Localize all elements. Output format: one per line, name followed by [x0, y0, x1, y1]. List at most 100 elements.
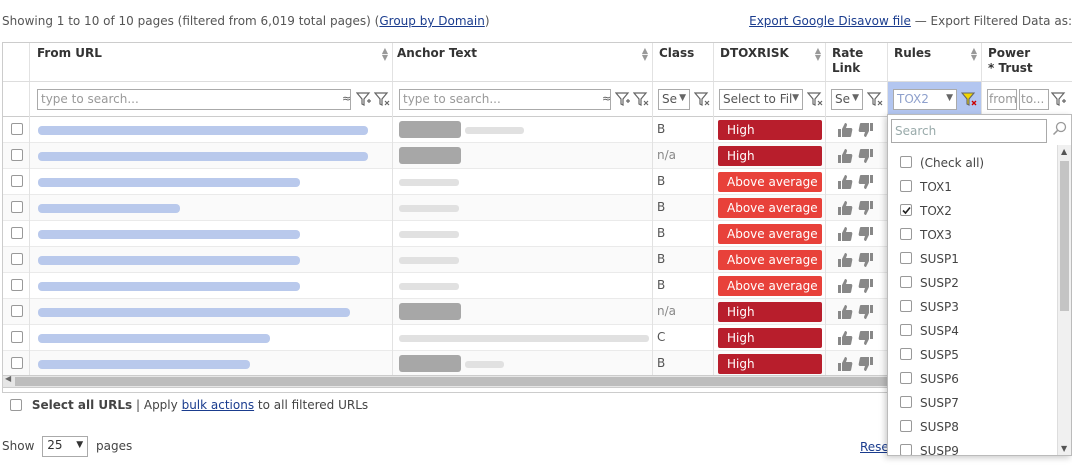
- filter-clear-icon[interactable]: [867, 91, 883, 107]
- sort-icon[interactable]: ▲ ▼: [382, 47, 388, 62]
- thumbs-up-icon[interactable]: [838, 279, 853, 293]
- thumbs-up-icon[interactable]: [838, 201, 853, 215]
- page-size-select[interactable]: 25 ▼: [42, 436, 89, 457]
- class-filter-select[interactable]: Se ▼: [658, 89, 690, 110]
- option-checkbox[interactable]: [900, 396, 912, 408]
- header-power-trust[interactable]: Power * Trust: [982, 43, 1072, 81]
- rules-option-susp5[interactable]: SUSP5: [888, 343, 1056, 367]
- option-checkbox[interactable]: [900, 276, 912, 288]
- filter-clear-icon[interactable]: [694, 91, 710, 107]
- rules-option-susp8[interactable]: SUSP8: [888, 415, 1056, 439]
- rules-option-tox3[interactable]: TOX3: [888, 223, 1056, 247]
- sort-icon[interactable]: ▲ ▼: [642, 47, 648, 62]
- rules-option-tox1[interactable]: TOX1: [888, 175, 1056, 199]
- from-url-link[interactable]: [38, 230, 300, 239]
- from-url-link[interactable]: [38, 178, 300, 187]
- rules-option-check-all[interactable]: (Check all): [888, 151, 1056, 175]
- row-checkbox[interactable]: [11, 201, 23, 213]
- option-checkbox[interactable]: [900, 156, 912, 168]
- rules-option-susp2[interactable]: SUSP2: [888, 271, 1056, 295]
- rules-option-susp1[interactable]: SUSP1: [888, 247, 1056, 271]
- thumbs-down-icon[interactable]: [858, 123, 873, 137]
- row-checkbox[interactable]: [11, 149, 23, 161]
- thumbs-down-icon[interactable]: [858, 357, 873, 371]
- sort-icon[interactable]: ▲ ▼: [971, 47, 977, 62]
- filter-active-icon[interactable]: [961, 91, 977, 107]
- option-checkbox[interactable]: [900, 252, 912, 264]
- option-checkbox[interactable]: [900, 180, 912, 192]
- thumbs-up-icon[interactable]: [838, 149, 853, 163]
- popup-scrollbar[interactable]: ▲ ▼: [1057, 145, 1071, 455]
- scroll-left-icon[interactable]: ◀: [5, 374, 11, 383]
- regex-icon[interactable]: ≈: [602, 92, 611, 105]
- from-url-link[interactable]: [38, 204, 180, 213]
- group-by-domain-link[interactable]: Group by Domain: [379, 14, 484, 28]
- thumbs-up-icon[interactable]: [838, 175, 853, 189]
- popup-search-input[interactable]: Search: [891, 119, 1047, 143]
- option-checkbox[interactable]: [900, 372, 912, 384]
- filter-clear-icon[interactable]: [633, 91, 649, 107]
- from-url-link[interactable]: [38, 126, 368, 135]
- option-checkbox[interactable]: [900, 204, 912, 216]
- export-disavow-link[interactable]: Export Google Disavow file: [749, 14, 911, 28]
- thumbs-down-icon[interactable]: [858, 279, 873, 293]
- scrollbar-thumb[interactable]: [1060, 161, 1069, 311]
- header-dtoxrisk[interactable]: DTOXRISK ▲ ▼: [714, 43, 826, 81]
- option-checkbox[interactable]: [900, 420, 912, 432]
- thumbs-down-icon[interactable]: [858, 149, 873, 163]
- horizontal-scrollbar[interactable]: ◀: [2, 374, 888, 388]
- row-checkbox[interactable]: [11, 279, 23, 291]
- header-from-url[interactable]: From URL ▲ ▼: [30, 43, 393, 81]
- rules-option-susp3[interactable]: SUSP3: [888, 295, 1056, 319]
- row-checkbox[interactable]: [11, 123, 23, 135]
- filter-apply-icon[interactable]: [615, 91, 631, 107]
- row-checkbox[interactable]: [11, 175, 23, 187]
- thumbs-down-icon[interactable]: [858, 331, 873, 345]
- scroll-down-icon[interactable]: ▼: [1061, 444, 1067, 453]
- header-rules[interactable]: Rules ▲ ▼: [888, 43, 982, 81]
- from-url-link[interactable]: [38, 308, 350, 317]
- from-url-link[interactable]: [38, 360, 250, 369]
- header-class[interactable]: Class: [653, 43, 714, 81]
- thumbs-up-icon[interactable]: [838, 227, 853, 241]
- option-checkbox[interactable]: [900, 348, 912, 360]
- header-anchor-text[interactable]: Anchor Text ▲ ▼: [393, 43, 653, 81]
- scrollbar-thumb[interactable]: [15, 377, 887, 386]
- thumbs-up-icon[interactable]: [838, 253, 853, 267]
- filter-apply-icon[interactable]: [356, 91, 372, 107]
- thumbs-up-icon[interactable]: [838, 123, 853, 137]
- row-checkbox[interactable]: [11, 253, 23, 265]
- row-checkbox[interactable]: [11, 357, 23, 369]
- filter-apply-icon[interactable]: [1051, 91, 1067, 107]
- from-url-link[interactable]: [38, 256, 300, 265]
- search-icon[interactable]: [1052, 121, 1068, 137]
- option-checkbox[interactable]: [900, 300, 912, 312]
- thumbs-up-icon[interactable]: [838, 331, 853, 345]
- rules-filter-select[interactable]: TOX2 ▼: [893, 89, 957, 110]
- thumbs-up-icon[interactable]: [838, 357, 853, 371]
- anchor-search-input[interactable]: type to search...: [399, 89, 611, 110]
- reset-link[interactable]: Rese: [860, 440, 889, 454]
- filter-clear-icon[interactable]: [807, 91, 823, 107]
- row-checkbox[interactable]: [11, 331, 23, 343]
- thumbs-down-icon[interactable]: [858, 175, 873, 189]
- regex-icon[interactable]: ≈: [342, 92, 351, 105]
- row-checkbox[interactable]: [11, 227, 23, 239]
- from-url-link[interactable]: [38, 282, 300, 291]
- thumbs-up-icon[interactable]: [838, 305, 853, 319]
- rules-option-susp7[interactable]: SUSP7: [888, 391, 1056, 415]
- row-checkbox[interactable]: [11, 305, 23, 317]
- rules-option-susp9[interactable]: SUSP9: [888, 439, 1056, 455]
- rate-filter-select[interactable]: Se ▼: [831, 89, 863, 110]
- select-all-checkbox[interactable]: [10, 399, 22, 411]
- from-url-search-input[interactable]: type to search...: [37, 89, 351, 110]
- option-checkbox[interactable]: [900, 228, 912, 240]
- thumbs-down-icon[interactable]: [858, 253, 873, 267]
- power-from-input[interactable]: from: [987, 89, 1017, 110]
- filter-clear-icon[interactable]: [374, 91, 390, 107]
- option-checkbox[interactable]: [900, 444, 912, 455]
- from-url-link[interactable]: [38, 334, 270, 343]
- header-rate-link[interactable]: Rate Link: [826, 43, 888, 81]
- thumbs-down-icon[interactable]: [858, 305, 873, 319]
- rules-option-susp6[interactable]: SUSP6: [888, 367, 1056, 391]
